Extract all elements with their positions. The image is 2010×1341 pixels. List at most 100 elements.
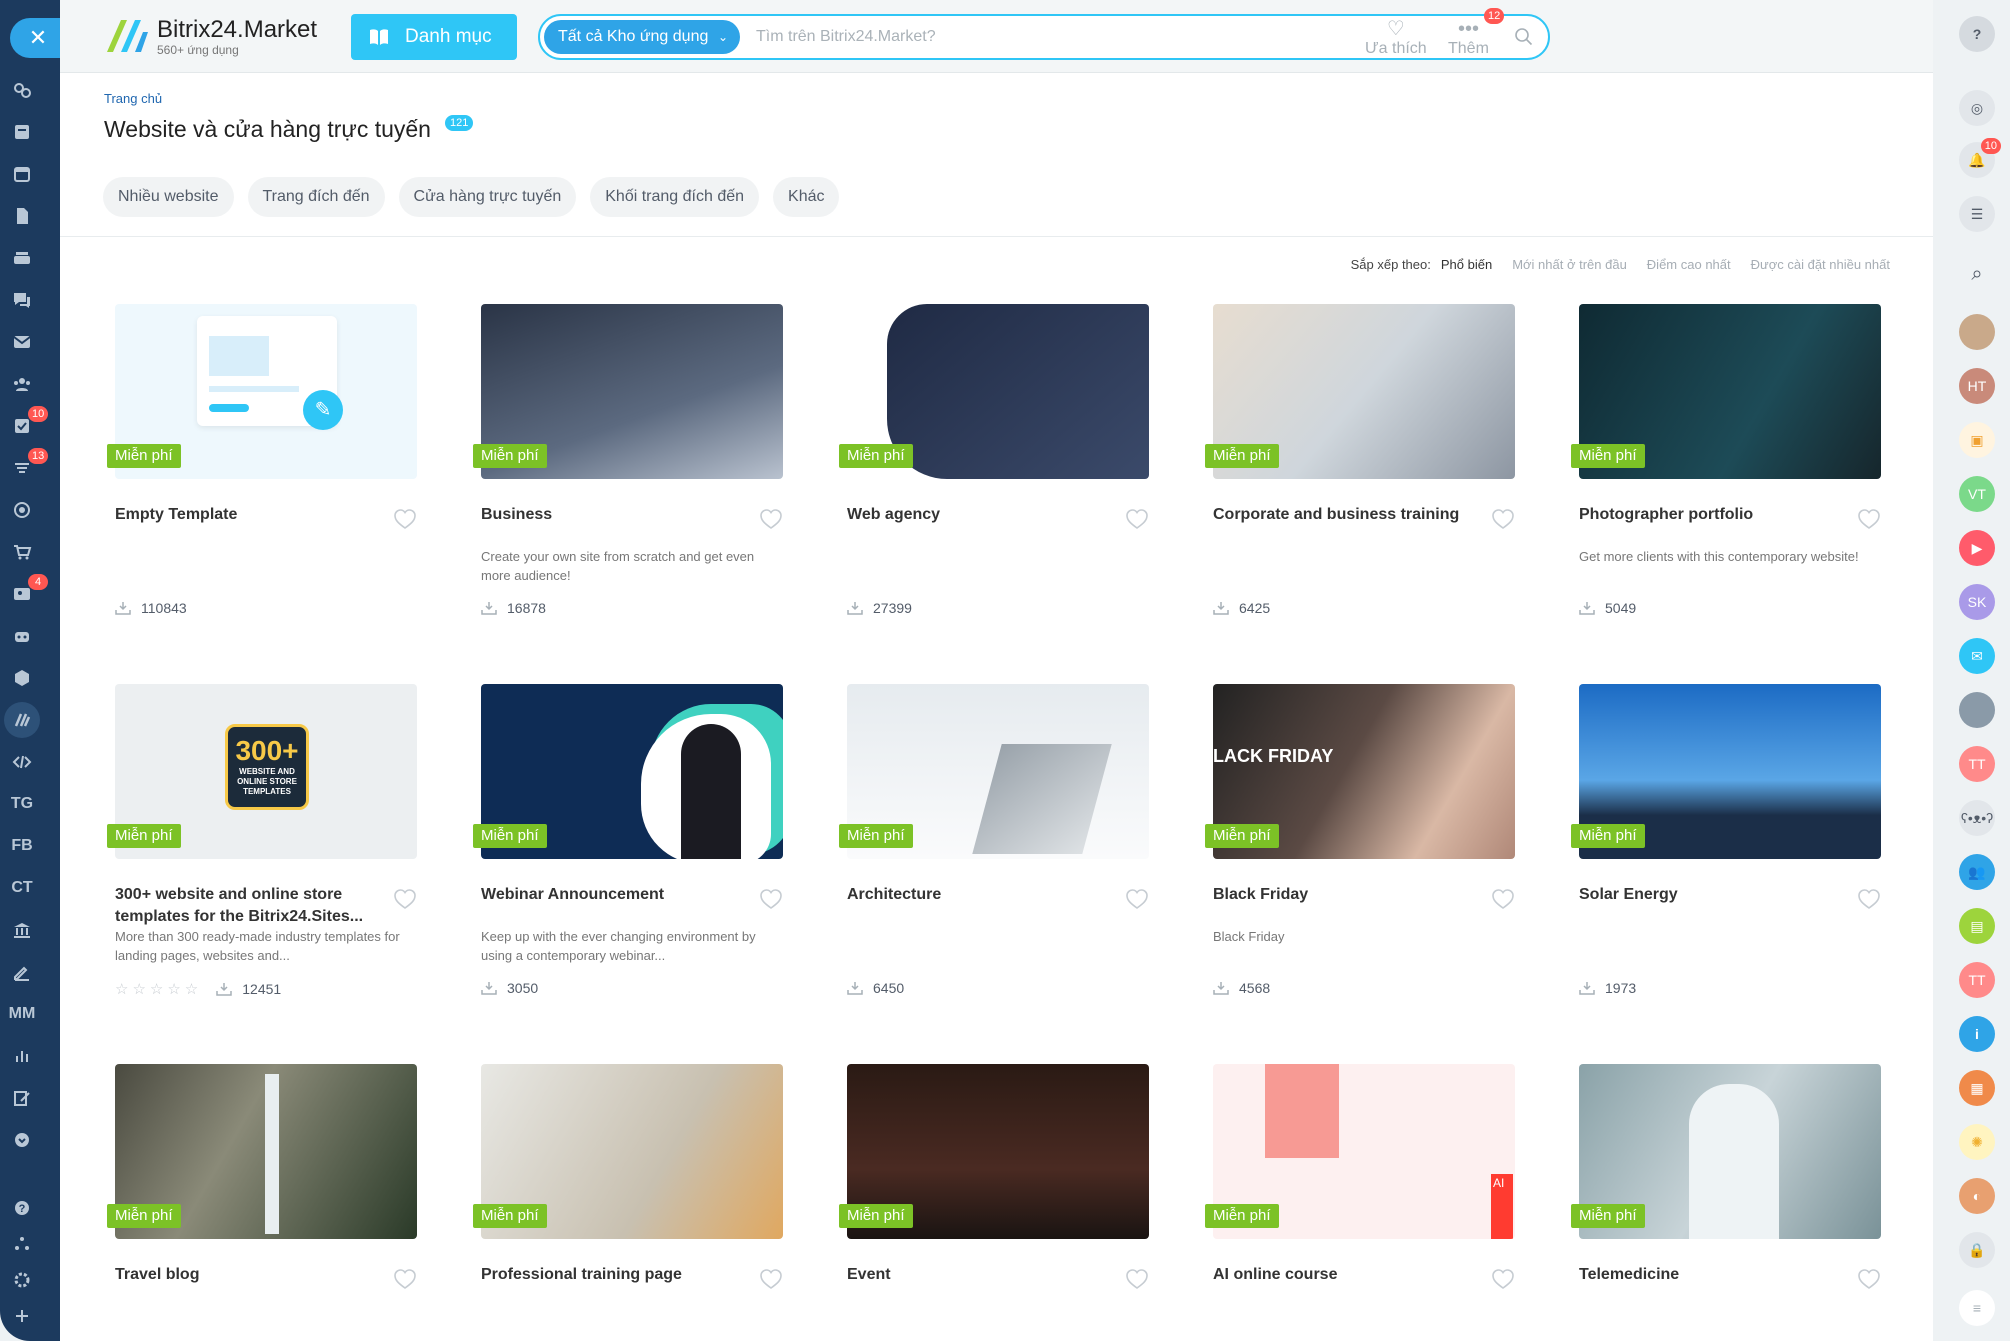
bulb-icon[interactable]: ✺ — [1959, 1124, 1995, 1160]
app-card[interactable]: Miễn phí Web agency 27399 — [835, 304, 1155, 644]
app-card[interactable]: Miễn phí Corporate and business training 6… — [1201, 304, 1521, 644]
heart-icon[interactable] — [1125, 888, 1149, 910]
heart-icon[interactable] — [759, 508, 783, 530]
news-icon[interactable] — [0, 114, 44, 150]
close-icon[interactable]: ✕ — [10, 18, 66, 58]
app-card[interactable]: Miễn phí Business Create your own site fro… — [469, 304, 789, 644]
app-card[interactable]: LACK FRIDAY Miễn phí Black Friday Black Fri… — [1201, 684, 1521, 1024]
category-button[interactable]: Danh mục — [351, 14, 517, 60]
chat-icon[interactable] — [0, 282, 44, 318]
card-title[interactable]: Empty Template — [115, 504, 380, 526]
mail-icon[interactable] — [0, 324, 44, 360]
chip-online-store[interactable]: Cửa hàng trực tuyến — [398, 177, 577, 217]
heart-icon[interactable] — [393, 508, 417, 530]
box-icon[interactable] — [0, 660, 44, 696]
sort-newest[interactable]: Mới nhất ở trên đầu — [1512, 257, 1627, 272]
group-icon[interactable]: 👥 — [1959, 854, 1995, 890]
card-title[interactable]: Black Friday — [1213, 884, 1478, 906]
app-card[interactable]: 300+ WEBSITE AND ONLINE STORE TEMPLATES Mi… — [103, 684, 423, 1024]
app-card[interactable]: ✎ Miễn phí Empty Template 110843 — [103, 304, 423, 644]
messages-icon[interactable]: ☰ — [1959, 196, 1995, 232]
robot-icon[interactable] — [0, 618, 44, 654]
heart-icon[interactable] — [1125, 508, 1149, 530]
app-card[interactable]: Miễn phí Photographer portfolio Get more c… — [1567, 304, 1887, 644]
add-icon[interactable] — [0, 1298, 44, 1334]
favorites-button[interactable]: ♡ Ưa thích — [1365, 18, 1427, 58]
heart-icon[interactable] — [1491, 508, 1515, 530]
filter-icon[interactable]: 13 — [0, 448, 49, 486]
avatar[interactable] — [1959, 692, 1995, 728]
lamp-icon[interactable]: ▣ — [1959, 422, 1995, 458]
card-title[interactable]: Business — [481, 504, 746, 526]
app-icon[interactable]: ◐ — [1959, 1178, 1995, 1214]
sidebar-item-ct[interactable]: CT — [0, 870, 44, 906]
card-title[interactable]: Solar Energy — [1579, 884, 1844, 906]
lock-icon[interactable]: 🔒 — [1959, 1232, 1995, 1268]
edit-icon[interactable] — [0, 1080, 44, 1116]
app-card[interactable]: Miễn phí Solar Energy 1973 — [1567, 684, 1887, 1024]
analytics-icon[interactable] — [0, 1038, 44, 1074]
avatar-tt[interactable]: TT — [1959, 962, 1995, 998]
drive-icon[interactable] — [0, 240, 44, 276]
heart-icon[interactable] — [1857, 1268, 1881, 1290]
sort-top-rated[interactable]: Điểm cao nhất — [1647, 257, 1731, 272]
sort-popular[interactable]: Phổ biến — [1441, 257, 1492, 272]
card-title[interactable]: Telemedicine — [1579, 1264, 1844, 1286]
chip-multi-website[interactable]: Nhiều website — [103, 177, 234, 217]
settings-icon[interactable] — [0, 1262, 44, 1298]
feed-icon[interactable] — [0, 72, 44, 108]
video-icon[interactable]: ▶ — [1959, 530, 1995, 566]
cart-icon[interactable] — [0, 534, 44, 570]
heart-icon[interactable] — [393, 888, 417, 910]
heart-icon[interactable] — [1491, 888, 1515, 910]
app-card[interactable]: Miễn phíEvent1510 — [835, 1064, 1155, 1341]
search-icon[interactable] — [1514, 27, 1534, 47]
sign-icon[interactable] — [0, 954, 44, 990]
bear-icon[interactable]: ʕ•ᴥ•ʔ — [1959, 800, 1995, 836]
card-title[interactable]: Web agency — [847, 504, 1112, 526]
avatar-ht[interactable]: HT — [1959, 368, 1995, 404]
sidebar-item-mm[interactable]: MM — [0, 996, 44, 1032]
card-title[interactable]: Event — [847, 1264, 1112, 1286]
heart-icon[interactable] — [1491, 1268, 1515, 1290]
card-title[interactable]: Architecture — [847, 884, 1112, 906]
network-icon[interactable] — [0, 1226, 44, 1262]
market-icon[interactable] — [4, 702, 40, 738]
heart-icon[interactable] — [1125, 1268, 1149, 1290]
card-title[interactable]: 300+ website and online store templates … — [115, 884, 380, 928]
heart-icon[interactable] — [393, 1268, 417, 1290]
more-apps-icon[interactable] — [0, 1122, 44, 1158]
bitrix-market-logo[interactable] — [105, 18, 149, 54]
tasks-icon[interactable]: 10 — [0, 406, 49, 444]
heart-icon[interactable] — [759, 888, 783, 910]
sheet-icon[interactable]: ▤ — [1959, 908, 1995, 944]
app-card[interactable]: AIMiễn phíAI online course3759 — [1201, 1064, 1521, 1341]
groups-icon[interactable] — [0, 366, 44, 402]
help-icon[interactable]: ? — [0, 1190, 44, 1226]
copilot-icon[interactable]: ◎ — [1959, 90, 1995, 126]
breadcrumb[interactable]: Trang chủ — [104, 91, 162, 106]
target-icon[interactable] — [0, 492, 44, 528]
app-icon[interactable]: ▦ — [1959, 1070, 1995, 1106]
card-title[interactable]: Corporate and business training — [1213, 504, 1478, 526]
avatar-tt[interactable]: TT — [1959, 746, 1995, 782]
bell-icon[interactable]: 🔔 10 — [1959, 138, 2001, 178]
avatar-sk[interactable]: SK — [1959, 584, 1995, 620]
contacts-icon[interactable]: 4 — [0, 574, 48, 612]
more-button[interactable]: ••• Thêm 12 — [1448, 8, 1505, 58]
app-card[interactable]: Miễn phí Architecture 6450 — [835, 684, 1155, 1024]
sort-most-installed[interactable]: Được cài đặt nhiều nhất — [1751, 257, 1890, 272]
app-card[interactable]: Miễn phí Webinar Announcement Keep up with… — [469, 684, 789, 1024]
card-title[interactable]: Photographer portfolio — [1579, 504, 1844, 526]
documents-icon[interactable] — [0, 198, 44, 234]
card-title[interactable]: Professional training page — [481, 1264, 746, 1286]
bank-icon[interactable] — [0, 912, 44, 948]
sidebar-item-tg[interactable]: TG — [0, 786, 44, 822]
heart-icon[interactable] — [759, 1268, 783, 1290]
app-card[interactable]: Miễn phíProfessional training page1957 — [469, 1064, 789, 1341]
chip-other[interactable]: Khác — [773, 177, 840, 217]
brand-name[interactable]: Bitrix24.Market — [157, 16, 317, 44]
calendar-icon[interactable] — [0, 156, 44, 192]
avatar[interactable] — [1959, 314, 1995, 350]
app-card[interactable]: Miễn phíTravel blog2536 — [103, 1064, 423, 1341]
